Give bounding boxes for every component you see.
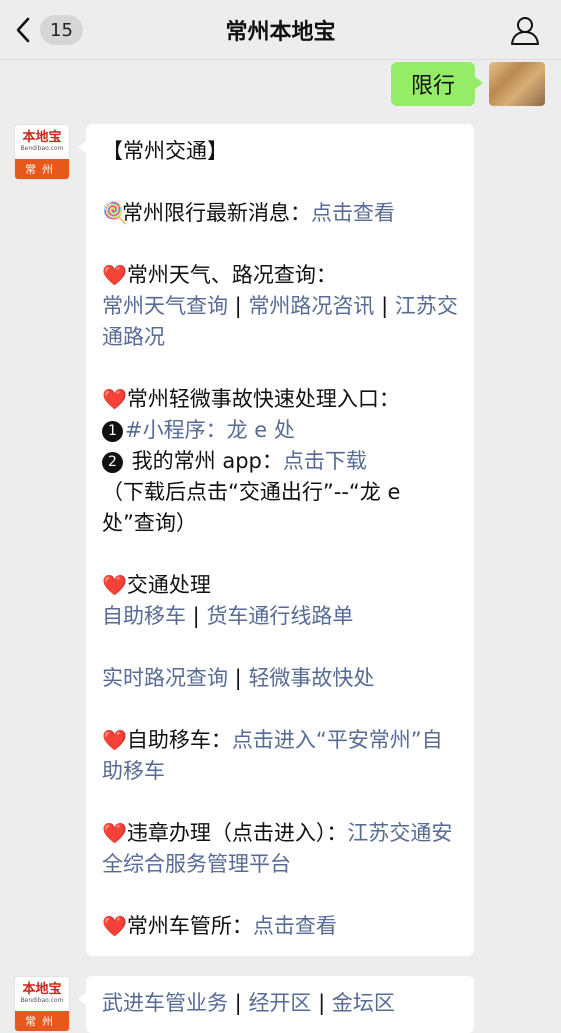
heading: 【常州交通】 [102,139,228,163]
minor-accident-link[interactable]: 轻微事故快处 [248,666,374,690]
vehicle-office-paragraph: ❤️常州车管所：点击查看 [102,914,337,938]
my-avatar[interactable] [489,62,545,106]
weather-link[interactable]: 常州天气查询 [102,294,228,318]
bendibao-logo: 本地宝 Bendibao.com [15,125,69,159]
number-one-icon: 1 [102,421,123,442]
realtime-paragraph: 实时路况查询 | 轻微事故快处 [102,666,375,690]
heart-icon: ❤️ [102,914,127,938]
road-info-link[interactable]: 常州路况咨讯 [248,294,374,318]
limit-paragraph: 🍭常州限行最新消息：点击查看 [102,198,458,229]
jingkai-link[interactable]: 经开区 [248,991,311,1015]
heart-icon: ❤️ [102,387,127,411]
truck-route-link[interactable]: 货车通行线路单 [206,604,353,628]
traffic-paragraph: ❤️交通处理 自助移车 | 货车通行线路单 [102,573,354,628]
vehicle-office-link[interactable]: 点击查看 [253,914,337,938]
heart-icon: ❤️ [102,821,127,845]
person-icon [511,17,539,45]
chevron-left-icon [12,12,34,48]
realtime-traffic-link[interactable]: 实时路况查询 [102,666,228,690]
accident-paragraph: ❤️常州轻微事故快速处理入口： 1 #小程序：龙 e 处 2 我的常州 app：点… [102,384,458,539]
message-bubble: 武进车管业务 | 经开区 | 金坛区 [78,976,474,1033]
profile-button[interactable] [507,12,543,48]
download-link[interactable]: 点击下载 [283,449,367,473]
chat-title: 常州本地宝 [225,20,336,45]
weather-paragraph: ❤️常州天气、路况查询： 常州天气查询 | 常州路况咨讯 | 江苏交通路况 [102,263,458,349]
bendibao-logo: 本地宝 Bendibao.com [15,977,69,1011]
violation-paragraph: ❤️违章办理（点击进入）：江苏交通安全综合服务管理平台 [102,821,453,876]
mini-program-link[interactable]: #小程序：龙 e 处 [125,418,295,442]
incoming-message: 本地宝 Bendibao.com 常州 武进车管业务 | 经开区 | 金坛区 [14,976,474,1033]
heart-icon: ❤️ [102,573,127,597]
move-car-paragraph: ❤️自助移车：点击进入“平安常州”自助移车 [102,728,443,783]
jintan-link[interactable]: 金坛区 [332,991,395,1015]
heart-icon: ❤️ [102,728,127,752]
unread-count-badge: 15 [40,15,83,45]
number-two-icon: 2 [102,452,123,473]
outgoing-message: 限行 [390,62,545,106]
download-note: （下载后点击“交通出行”--“龙 e 处”查询） [102,480,401,535]
wujin-vehicle-link[interactable]: 武进车管业务 [102,991,228,1015]
account-avatar[interactable]: 本地宝 Bendibao.com 常州 [14,124,70,180]
outgoing-bubble[interactable]: 限行 [390,62,484,106]
message-bubble: 【常州交通】 🍭常州限行最新消息：点击查看 ❤️常州天气、路况查询： 常州天气查… [78,124,474,956]
lollipop-icon: 🍭 [102,201,129,225]
account-avatar[interactable]: 本地宝 Bendibao.com 常州 [14,976,70,1032]
back-button[interactable]: 15 [12,12,83,48]
self-move-car-link[interactable]: 自助移车 [102,604,186,628]
top-bar: 15 常州本地宝 [0,0,561,60]
limit-news-link[interactable]: 点击查看 [311,201,395,225]
heart-icon: ❤️ [102,263,127,287]
incoming-message: 本地宝 Bendibao.com 常州 【常州交通】 🍭常州限行最新消息：点击查… [14,124,474,956]
